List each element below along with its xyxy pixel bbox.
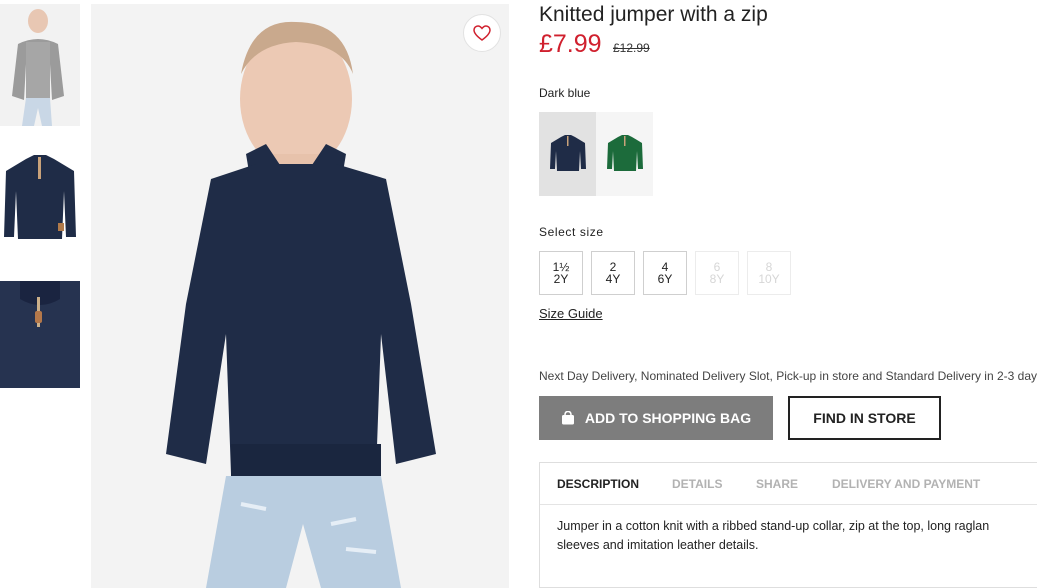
color-swatch-dark-blue[interactable] <box>539 112 596 196</box>
size-option-bottom: 8Y <box>709 272 725 286</box>
tab-details[interactable]: DETAILS <box>672 477 722 491</box>
tab-share[interactable]: SHARE <box>756 477 798 491</box>
find-in-store-label: FIND IN STORE <box>813 410 916 426</box>
size-option-2y[interactable]: 1½ 2Y <box>539 251 583 295</box>
thumbnail-product-image <box>0 141 80 245</box>
model-wearing-jumper-illustration <box>91 4 509 588</box>
size-option-bottom: 2Y <box>553 272 569 286</box>
size-option-bottom: 6Y <box>657 272 673 286</box>
size-guide-link[interactable]: Size Guide <box>539 306 603 321</box>
size-option-bottom: 10Y <box>758 272 780 286</box>
tab-delivery-and-payment[interactable]: DELIVERY AND PAYMENT <box>832 477 980 491</box>
thumbnail-model-image <box>0 4 80 126</box>
size-option-4y[interactable]: 2 4Y <box>591 251 635 295</box>
add-to-bag-label: ADD TO SHOPPING BAG <box>584 410 752 426</box>
product-price: £7.99 <box>539 30 602 58</box>
tab-description[interactable]: DESCRIPTION <box>557 477 639 491</box>
select-size-label: Select size <box>539 225 604 239</box>
thumbnail-detail[interactable] <box>0 281 80 388</box>
main-product-image <box>91 4 509 588</box>
favourite-button[interactable] <box>463 14 501 52</box>
swatch-green-image <box>606 135 643 171</box>
color-swatch-green[interactable] <box>596 112 653 196</box>
size-option-bottom: 4Y <box>605 272 621 286</box>
shopping-bag-icon <box>561 411 574 425</box>
find-in-store-button[interactable]: FIND IN STORE <box>788 396 941 440</box>
add-to-bag-button[interactable]: ADD TO SHOPPING BAG <box>539 396 773 440</box>
size-option-6y[interactable]: 4 6Y <box>643 251 687 295</box>
thumbnail-detail-image <box>0 281 80 388</box>
product-info-tabs-panel: DESCRIPTION DETAILS SHARE DELIVERY AND P… <box>539 462 1037 588</box>
thumbnail-product[interactable] <box>0 141 80 245</box>
size-option-10y: 8 10Y <box>747 251 791 295</box>
delivery-info: Next Day Delivery, Nominated Delivery Sl… <box>539 369 1037 383</box>
product-title: Knitted jumper with a zip <box>539 3 768 26</box>
tab-bar: DESCRIPTION DETAILS SHARE DELIVERY AND P… <box>540 463 1037 505</box>
selected-color-label: Dark blue <box>539 86 591 100</box>
heart-icon <box>473 25 491 41</box>
product-old-price: £12.99 <box>613 41 650 55</box>
size-option-8y: 6 8Y <box>695 251 739 295</box>
product-description: Jumper in a cotton knit with a ribbed st… <box>557 519 990 552</box>
swatch-dark-blue-image <box>549 135 586 171</box>
thumbnail-model[interactable] <box>0 4 80 126</box>
